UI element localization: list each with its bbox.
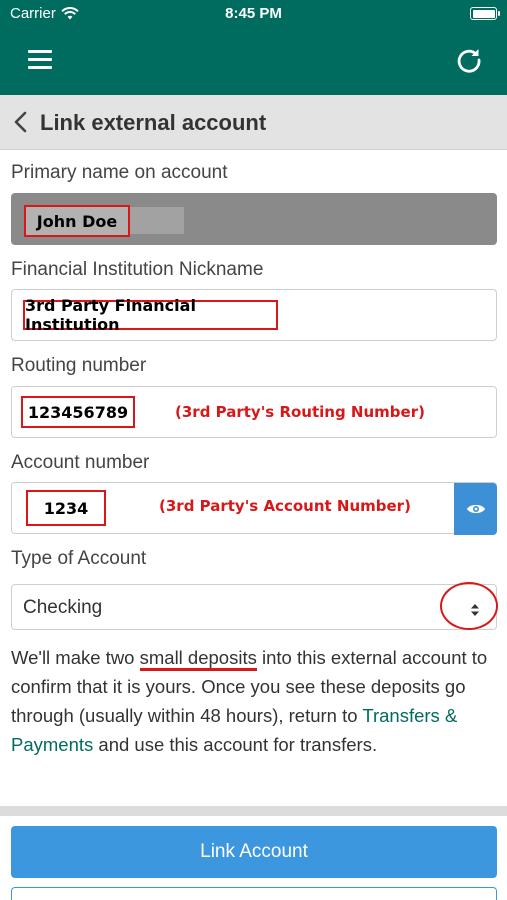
account-number-value: 1234: [26, 490, 106, 526]
status-bar: Carrier 8:45 PM: [0, 0, 507, 28]
account-number-input[interactable]: 1234 (3rd Party's Account Number): [11, 482, 497, 535]
page-title: Link external account: [40, 110, 267, 135]
account-type-label: Type of Account: [11, 548, 147, 569]
primary-name-field: John Doe: [11, 193, 497, 245]
account-number-annotation: (3rd Party's Account Number): [159, 497, 411, 515]
battery-level-fill: [472, 9, 495, 18]
chevron-left-icon[interactable]: [10, 109, 34, 135]
small-deposits-highlight: small deposits: [139, 647, 257, 671]
account-type-select[interactable]: Checking: [11, 584, 497, 630]
routing-number-annotation: (3rd Party's Routing Number): [175, 403, 425, 421]
info-text-part-3: and use this account for transfers.: [93, 734, 378, 755]
account-type-value: Checking: [23, 597, 103, 618]
show-account-number-button[interactable]: [454, 483, 497, 535]
eye-icon: [466, 504, 485, 514]
nickname-value: 3rd Party Financial Institution: [23, 296, 278, 334]
page-header: Link external account: [0, 95, 507, 150]
app-bar: [0, 28, 507, 95]
secondary-button[interactable]: [11, 887, 497, 900]
battery-icon: [470, 7, 500, 20]
routing-number-label: Routing number: [11, 355, 147, 376]
nickname-label: Financial Institution Nickname: [11, 259, 264, 280]
routing-number-input[interactable]: 123456789 (3rd Party's Routing Number): [11, 386, 497, 438]
account-number-label: Account number: [11, 452, 150, 473]
refresh-icon[interactable]: [455, 46, 483, 74]
select-annotation-circle: [440, 582, 498, 630]
redacted-text-area: [124, 207, 184, 234]
hamburger-menu-icon[interactable]: [28, 50, 52, 70]
primary-name-value: John Doe: [24, 205, 130, 237]
routing-number-value: 123456789: [21, 396, 135, 428]
deposit-info-text: We'll make two small deposits into this …: [11, 643, 501, 759]
nickname-input[interactable]: 3rd Party Financial Institution: [11, 289, 497, 341]
status-time: 8:45 PM: [225, 5, 282, 22]
section-divider: [0, 806, 507, 816]
info-text-part-1: We'll make two: [11, 647, 140, 668]
primary-name-label: Primary name on account: [11, 162, 228, 183]
link-account-button[interactable]: Link Account: [11, 826, 497, 878]
